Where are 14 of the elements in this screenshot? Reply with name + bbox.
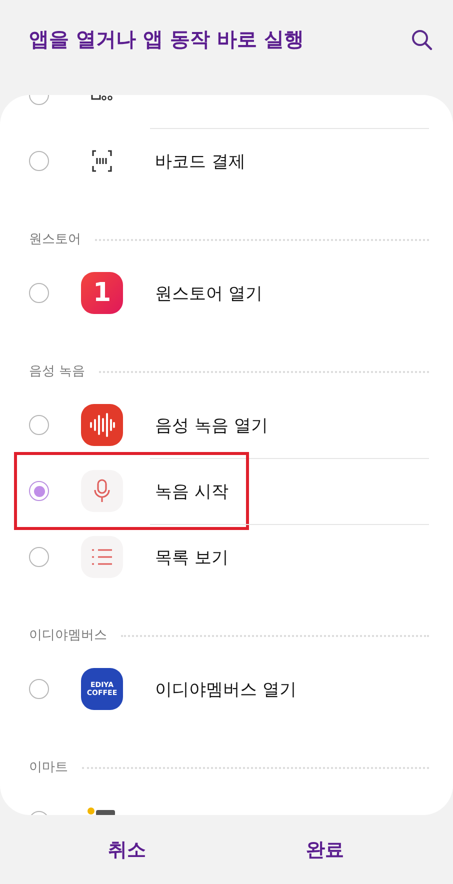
option-label: 목록 보기 <box>155 546 228 568</box>
section-header: 이마트 <box>29 759 68 776</box>
section-header: 음성 녹음 <box>29 363 86 380</box>
app-icon: 1 <box>81 272 123 314</box>
section-header: 원스토어 <box>29 231 81 248</box>
footer-button[interactable]: 완료 <box>280 830 370 868</box>
option-label: 원스토어 열기 <box>155 282 262 304</box>
screen-title: 앱을 열거나 앱 동작 바로 실행 <box>29 26 304 53</box>
option-label: 이디야멤버스 열기 <box>155 678 296 700</box>
option-label: 바코드 결제 <box>155 150 246 172</box>
section-header: 이디야멤버스 <box>29 627 107 644</box>
footer-button[interactable]: 취소 <box>82 830 172 868</box>
option-label: 음성 녹음 열기 <box>155 414 268 436</box>
option-label: 녹음 시작 <box>155 480 228 502</box>
